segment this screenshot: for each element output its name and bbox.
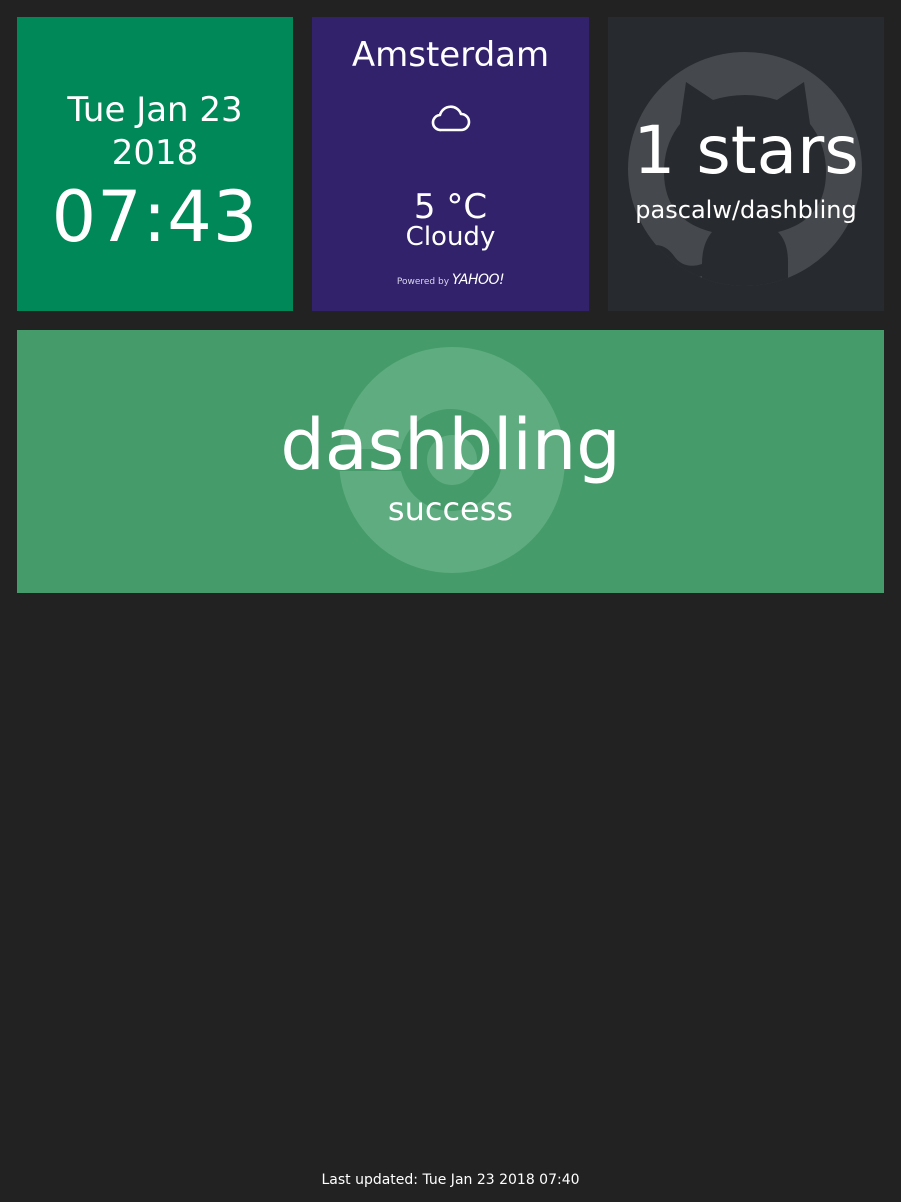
build-status: success [387,490,514,528]
last-updated-footer: Last updated: Tue Jan 23 2018 07:40 [321,1172,580,1188]
github-tile: 1 stars pascalw/dashbling [608,17,884,311]
powered-by-label: Powered by [396,277,450,287]
clock-date: Tue Jan 23 2018 [67,90,243,173]
github-stars-count: 1 stars [633,112,859,189]
clock-tile: Tue Jan 23 2018 07:43 [17,17,293,311]
build-project-name: dashbling [280,404,621,486]
weather-attribution: Powered by YAHOO! [312,272,589,290]
clock-time: 07:43 [51,176,259,258]
weather-condition: Cloudy [405,222,496,252]
build-tile: dashbling success [17,330,884,593]
dashboard: Tue Jan 23 2018 07:43 Amsterdam 5 °C Clo… [0,0,901,1202]
cloud-icon [431,105,471,132]
github-repo-name: pascalw/dashbling [635,196,857,224]
weather-tile: Amsterdam 5 °C Cloudy Powered by YAHOO! [312,17,589,311]
yahoo-logo: YAHOO! [451,272,505,288]
weather-city: Amsterdam [351,35,550,75]
